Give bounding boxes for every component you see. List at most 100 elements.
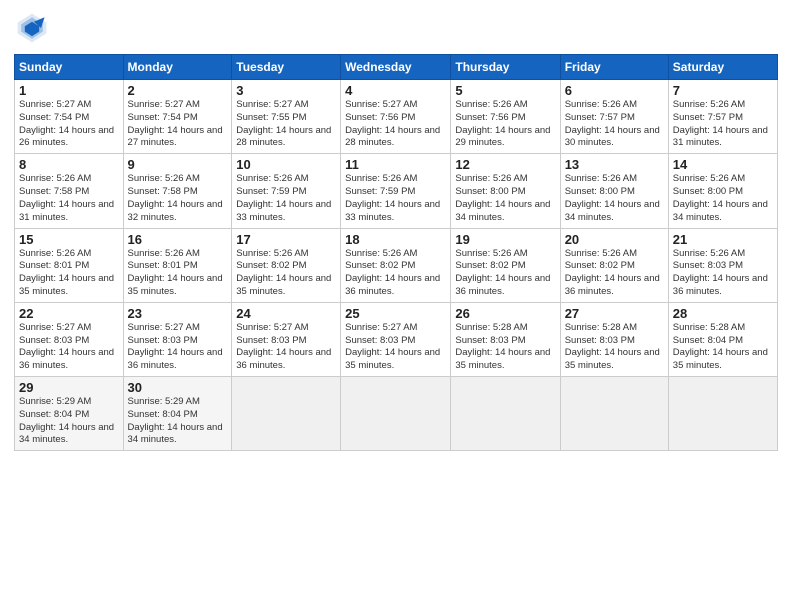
calendar-cell: 19Sunrise: 5:26 AMSunset: 8:02 PMDayligh…: [451, 228, 560, 302]
calendar-cell: 22Sunrise: 5:27 AMSunset: 8:03 PMDayligh…: [15, 302, 124, 376]
calendar-week-1: 1Sunrise: 5:27 AMSunset: 7:54 PMDaylight…: [15, 80, 778, 154]
day-header-friday: Friday: [560, 55, 668, 80]
calendar-cell: 27Sunrise: 5:28 AMSunset: 8:03 PMDayligh…: [560, 302, 668, 376]
day-info: Sunrise: 5:27 AMSunset: 7:54 PMDaylight:…: [128, 99, 228, 150]
calendar-cell: 17Sunrise: 5:26 AMSunset: 8:02 PMDayligh…: [232, 228, 341, 302]
day-info: Sunrise: 5:27 AMSunset: 8:03 PMDaylight:…: [19, 322, 119, 373]
day-info: Sunrise: 5:27 AMSunset: 8:03 PMDaylight:…: [345, 322, 446, 373]
day-info: Sunrise: 5:26 AMSunset: 7:58 PMDaylight:…: [128, 173, 228, 224]
calendar-cell: 25Sunrise: 5:27 AMSunset: 8:03 PMDayligh…: [341, 302, 451, 376]
day-info: Sunrise: 5:26 AMSunset: 8:00 PMDaylight:…: [565, 173, 664, 224]
day-header-sunday: Sunday: [15, 55, 124, 80]
calendar-cell: 23Sunrise: 5:27 AMSunset: 8:03 PMDayligh…: [123, 302, 232, 376]
calendar-cell: 16Sunrise: 5:26 AMSunset: 8:01 PMDayligh…: [123, 228, 232, 302]
day-header-tuesday: Tuesday: [232, 55, 341, 80]
day-info: Sunrise: 5:26 AMSunset: 7:57 PMDaylight:…: [673, 99, 773, 150]
day-number: 30: [128, 380, 228, 395]
calendar-week-5: 29Sunrise: 5:29 AMSunset: 8:04 PMDayligh…: [15, 377, 778, 451]
day-info: Sunrise: 5:26 AMSunset: 8:02 PMDaylight:…: [236, 248, 336, 299]
calendar-cell: [341, 377, 451, 451]
day-header-thursday: Thursday: [451, 55, 560, 80]
day-number: 18: [345, 232, 446, 247]
day-number: 22: [19, 306, 119, 321]
calendar-table: SundayMondayTuesdayWednesdayThursdayFrid…: [14, 54, 778, 451]
day-number: 15: [19, 232, 119, 247]
day-number: 14: [673, 157, 773, 172]
day-header-saturday: Saturday: [668, 55, 777, 80]
calendar-cell: 26Sunrise: 5:28 AMSunset: 8:03 PMDayligh…: [451, 302, 560, 376]
day-number: 9: [128, 157, 228, 172]
day-header-wednesday: Wednesday: [341, 55, 451, 80]
calendar-week-4: 22Sunrise: 5:27 AMSunset: 8:03 PMDayligh…: [15, 302, 778, 376]
calendar-cell: 10Sunrise: 5:26 AMSunset: 7:59 PMDayligh…: [232, 154, 341, 228]
calendar-cell: 29Sunrise: 5:29 AMSunset: 8:04 PMDayligh…: [15, 377, 124, 451]
day-number: 17: [236, 232, 336, 247]
day-info: Sunrise: 5:27 AMSunset: 7:56 PMDaylight:…: [345, 99, 446, 150]
day-number: 3: [236, 83, 336, 98]
header: [14, 10, 778, 46]
day-number: 19: [455, 232, 555, 247]
calendar-cell: 7Sunrise: 5:26 AMSunset: 7:57 PMDaylight…: [668, 80, 777, 154]
calendar-week-3: 15 Sunrise: 5:26 AMSunset: 8:01 PMDayligh…: [15, 228, 778, 302]
calendar-cell: 2Sunrise: 5:27 AMSunset: 7:54 PMDaylight…: [123, 80, 232, 154]
day-number: 7: [673, 83, 773, 98]
day-info: Sunrise: 5:26 AMSunset: 8:02 PMDaylight:…: [455, 248, 555, 299]
day-number: 24: [236, 306, 336, 321]
day-info: Sunrise: 5:26 AMSunset: 8:03 PMDaylight:…: [673, 248, 773, 299]
day-number: 2: [128, 83, 228, 98]
calendar-cell: 18Sunrise: 5:26 AMSunset: 8:02 PMDayligh…: [341, 228, 451, 302]
day-info: Sunrise: 5:26 AMSunset: 8:01 PMDaylight:…: [128, 248, 228, 299]
day-number: 27: [565, 306, 664, 321]
day-header-monday: Monday: [123, 55, 232, 80]
day-info: Sunrise: 5:26 AMSunset: 8:02 PMDaylight:…: [345, 248, 446, 299]
calendar-cell: 11Sunrise: 5:26 AMSunset: 7:59 PMDayligh…: [341, 154, 451, 228]
day-info: Sunrise: 5:28 AMSunset: 8:04 PMDaylight:…: [673, 322, 773, 373]
day-number: 21: [673, 232, 773, 247]
day-number: 13: [565, 157, 664, 172]
day-info: Sunrise: 5:26 AMSunset: 8:00 PMDaylight:…: [455, 173, 555, 224]
day-info: Sunrise: 5:29 AMSunset: 8:04 PMDaylight:…: [128, 396, 228, 447]
calendar-cell: 1Sunrise: 5:27 AMSunset: 7:54 PMDaylight…: [15, 80, 124, 154]
calendar-cell: [668, 377, 777, 451]
calendar-cell: 28Sunrise: 5:28 AMSunset: 8:04 PMDayligh…: [668, 302, 777, 376]
day-number: 29: [19, 380, 119, 395]
calendar-cell: 5Sunrise: 5:26 AMSunset: 7:56 PMDaylight…: [451, 80, 560, 154]
day-info: Sunrise: 5:28 AMSunset: 8:03 PMDaylight:…: [565, 322, 664, 373]
day-info: Sunrise: 5:28 AMSunset: 8:03 PMDaylight:…: [455, 322, 555, 373]
calendar-cell: 30Sunrise: 5:29 AMSunset: 8:04 PMDayligh…: [123, 377, 232, 451]
calendar-cell: 12Sunrise: 5:26 AMSunset: 8:00 PMDayligh…: [451, 154, 560, 228]
day-number: 12: [455, 157, 555, 172]
calendar-cell: 20Sunrise: 5:26 AMSunset: 8:02 PMDayligh…: [560, 228, 668, 302]
day-number: 23: [128, 306, 228, 321]
logo: [14, 10, 54, 46]
calendar-cell: 13Sunrise: 5:26 AMSunset: 8:00 PMDayligh…: [560, 154, 668, 228]
day-number: 10: [236, 157, 336, 172]
day-info: Sunrise: 5:27 AMSunset: 8:03 PMDaylight:…: [236, 322, 336, 373]
day-info: Sunrise: 5:29 AMSunset: 8:04 PMDaylight:…: [19, 396, 119, 447]
calendar-cell: 9Sunrise: 5:26 AMSunset: 7:58 PMDaylight…: [123, 154, 232, 228]
day-info: Sunrise: 5:27 AMSunset: 8:03 PMDaylight:…: [128, 322, 228, 373]
calendar-cell: 14Sunrise: 5:26 AMSunset: 8:00 PMDayligh…: [668, 154, 777, 228]
calendar-week-2: 8Sunrise: 5:26 AMSunset: 7:58 PMDaylight…: [15, 154, 778, 228]
calendar-cell: 21Sunrise: 5:26 AMSunset: 8:03 PMDayligh…: [668, 228, 777, 302]
day-number: 20: [565, 232, 664, 247]
day-number: 8: [19, 157, 119, 172]
calendar-cell: 15Sunrise: 5:26 AMSunset: 8:01 PMDayligh…: [15, 228, 124, 302]
day-number: 1: [19, 83, 119, 98]
day-info: Sunrise: 5:26 AMSunset: 7:59 PMDaylight:…: [345, 173, 446, 224]
calendar-cell: [451, 377, 560, 451]
calendar-cell: [560, 377, 668, 451]
day-number: 25: [345, 306, 446, 321]
logo-icon: [14, 10, 50, 46]
day-number: 26: [455, 306, 555, 321]
day-number: 4: [345, 83, 446, 98]
day-number: 28: [673, 306, 773, 321]
day-info: Sunrise: 5:26 AMSunset: 7:59 PMDaylight:…: [236, 173, 336, 224]
day-info: Sunrise: 5:26 AMSunset: 7:58 PMDaylight:…: [19, 173, 119, 224]
day-info: Sunrise: 5:27 AMSunset: 7:54 PMDaylight:…: [19, 99, 119, 150]
main-container: SundayMondayTuesdayWednesdayThursdayFrid…: [0, 0, 792, 461]
day-info: Sunrise: 5:26 AMSunset: 7:57 PMDaylight:…: [565, 99, 664, 150]
day-number: 6: [565, 83, 664, 98]
day-number: 16: [128, 232, 228, 247]
calendar-cell: 3Sunrise: 5:27 AMSunset: 7:55 PMDaylight…: [232, 80, 341, 154]
